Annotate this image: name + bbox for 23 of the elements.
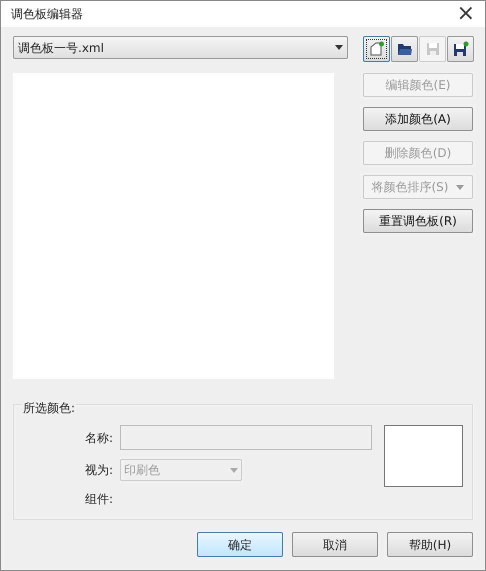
folder-icon [396, 42, 412, 56]
dialog-button[interactable]: 帮助(H) [387, 532, 473, 557]
dialog-button[interactable]: 确定 [197, 532, 283, 557]
close-button[interactable]: × [456, 3, 475, 25]
toolbar-button[interactable] [447, 36, 474, 62]
save-as-icon [452, 41, 468, 57]
side-button[interactable]: 添加颜色(A) [363, 107, 473, 131]
name-label: 名称: [84, 430, 113, 446]
toolbar-button[interactable] [363, 36, 390, 62]
components-label: 组件: [84, 491, 113, 508]
caret-icon [456, 184, 464, 190]
dialog-button[interactable]: 取消 [292, 532, 378, 557]
save-icon [426, 42, 440, 56]
group-title: 所选颜色: [22, 399, 76, 417]
window-title: 调色板编辑器 [11, 6, 83, 23]
side-button[interactable]: 重置调色板(R) [363, 209, 473, 233]
dropdown-arrow-icon [335, 45, 343, 50]
toolbar-button[interactable] [391, 36, 418, 62]
palette-dropdown[interactable]: 调色板一号.xml [13, 36, 348, 59]
view-label: 视为: [84, 462, 113, 479]
dropdown-arrow-icon [230, 468, 238, 472]
name-field[interactable] [120, 425, 372, 450]
new-document-icon [368, 41, 384, 57]
